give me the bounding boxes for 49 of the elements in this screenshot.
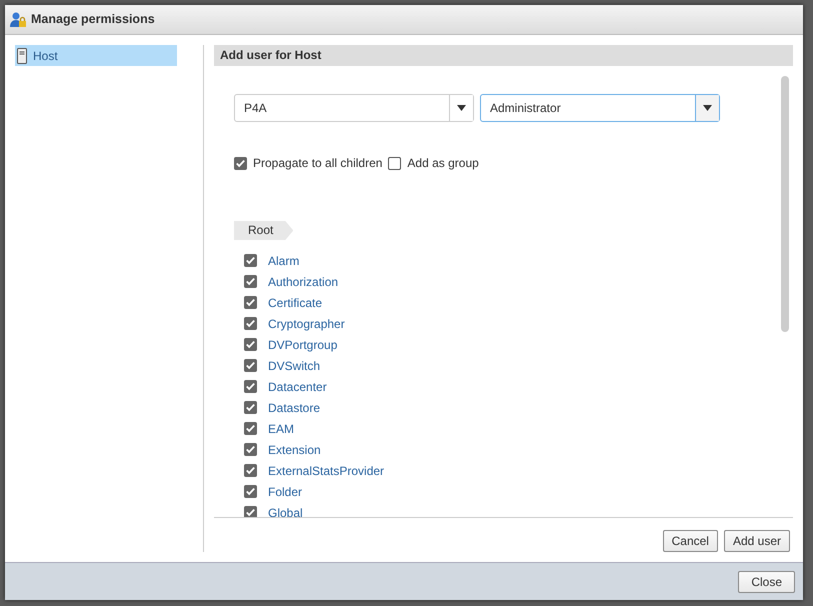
privilege-link[interactable]: DVSwitch: [268, 356, 320, 374]
option-label: Add as group: [407, 155, 479, 172]
dialog-title: Manage permissions: [31, 11, 155, 28]
privilege-link[interactable]: Authorization: [268, 272, 338, 290]
checkbox[interactable]: [244, 464, 257, 477]
privilege-link[interactable]: Datacenter: [268, 378, 327, 396]
privilege-link[interactable]: DVPortgroup: [268, 336, 338, 354]
privilege-link[interactable]: Extension: [268, 440, 321, 458]
caret-icon: [457, 105, 466, 111]
checkbox[interactable]: [234, 156, 247, 170]
role-combo[interactable]: Administrator: [480, 94, 720, 122]
checkbox[interactable]: [244, 317, 257, 330]
checkbox[interactable]: [388, 156, 402, 170]
dialog-button[interactable]: Add user: [724, 530, 790, 552]
user-combo[interactable]: P4A: [234, 94, 474, 122]
privilege-link[interactable]: Global: [268, 504, 303, 517]
dropdown-button[interactable]: [449, 95, 473, 121]
checkbox[interactable]: [244, 338, 257, 351]
privilege-link[interactable]: Alarm: [268, 252, 300, 270]
breadcrumb-item[interactable]: Root: [234, 221, 294, 240]
sidebar-label: Host: [33, 48, 58, 64]
checkbox[interactable]: [244, 443, 257, 456]
dialog-button[interactable]: Cancel: [662, 530, 718, 552]
privilege-link[interactable]: Datastore: [268, 398, 320, 416]
checkbox[interactable]: [244, 506, 257, 517]
checkbox[interactable]: [244, 254, 257, 267]
checkbox[interactable]: [244, 380, 257, 393]
checkbox[interactable]: [244, 296, 257, 309]
user-combo-input[interactable]: P4A: [235, 95, 449, 121]
close-button[interactable]: Close: [738, 570, 795, 592]
checkbox[interactable]: [244, 422, 257, 435]
server-icon: [17, 48, 27, 64]
privilege-link[interactable]: EAM: [268, 420, 294, 438]
checkbox[interactable]: [244, 485, 257, 498]
scrollbar[interactable]: [781, 76, 789, 332]
privilege-link[interactable]: ExternalStatsProvider: [268, 462, 384, 480]
checkbox[interactable]: [244, 275, 257, 288]
privilege-link[interactable]: Cryptographer: [268, 314, 345, 332]
checkbox[interactable]: [244, 359, 257, 372]
role-combo-input[interactable]: Administrator: [481, 95, 695, 121]
user-lock-icon: [9, 10, 27, 28]
sidebar-item[interactable]: Host: [15, 45, 177, 66]
dropdown-button[interactable]: [695, 95, 719, 121]
option-label: Propagate to all children: [253, 155, 382, 172]
privilege-link[interactable]: Folder: [268, 482, 302, 500]
checkbox[interactable]: [244, 401, 257, 414]
panel-header: Add user for Host: [214, 45, 793, 66]
caret-icon: [703, 105, 712, 111]
privilege-link[interactable]: Certificate: [268, 294, 322, 312]
